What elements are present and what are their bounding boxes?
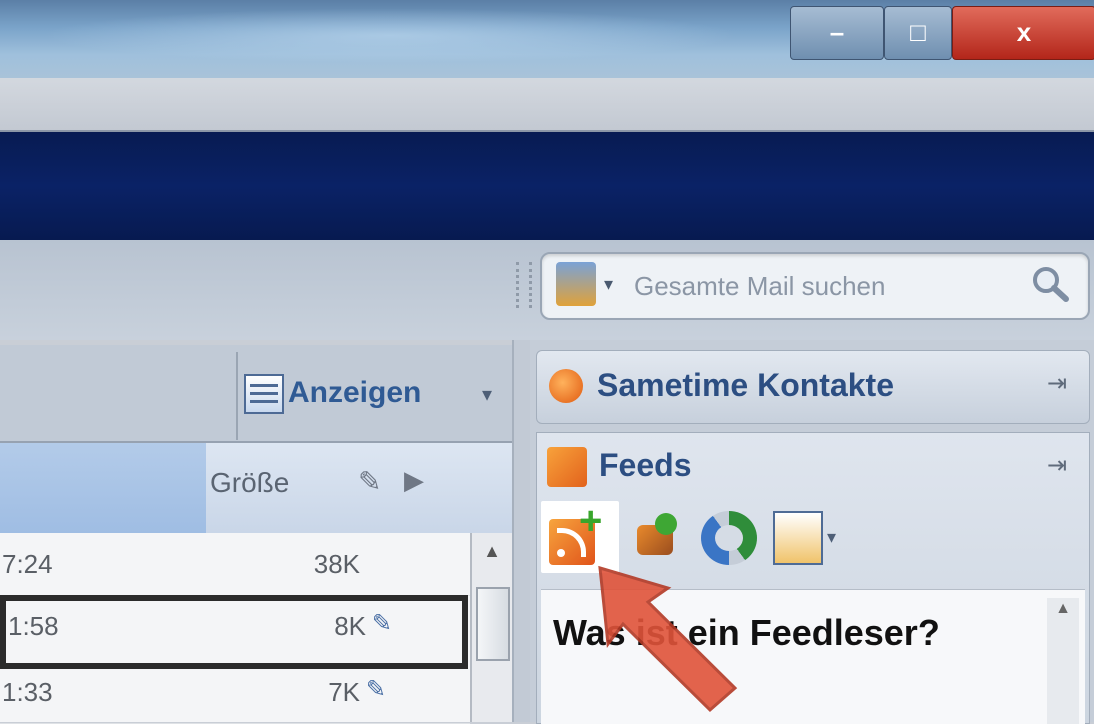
list-view-icon: [244, 374, 284, 414]
sametime-icon: [549, 369, 583, 403]
attachment-icon: ✎: [371, 610, 392, 637]
close-button[interactable]: x: [952, 6, 1094, 60]
plus-icon: +: [579, 499, 603, 543]
toolbar-divider: [236, 352, 238, 440]
row-time: 1:58: [8, 611, 59, 641]
pin-icon[interactable]: ⇥: [1047, 369, 1067, 398]
scroll-up-icon[interactable]: ▲: [478, 541, 506, 569]
flag-column-icon[interactable]: ▶: [404, 465, 424, 496]
column-header-size[interactable]: Größe: [210, 467, 289, 499]
scroll-thumb[interactable]: [476, 587, 510, 661]
scroll-up-icon[interactable]: ▲: [1047, 600, 1079, 618]
row-time: 7:24: [2, 549, 53, 579]
chevron-down-icon: ▾: [482, 384, 493, 406]
rss-icon: [547, 447, 587, 487]
sametime-contacts-label: Sametime Kontakte: [597, 367, 894, 403]
row-size: 38K: [313, 549, 360, 579]
list-scrollbar[interactable]: ▲: [470, 533, 514, 722]
header-banner: [0, 132, 1094, 240]
search-input[interactable]: [632, 266, 1016, 306]
search-icon[interactable]: [1028, 264, 1072, 304]
close-icon: x: [1016, 17, 1032, 47]
maximize-icon: □: [910, 17, 926, 47]
attachment-column-icon[interactable]: ✎: [358, 465, 381, 498]
minimize-button[interactable]: –: [790, 6, 884, 60]
sametime-contacts-header[interactable]: Sametime Kontakte ⇥: [536, 350, 1090, 424]
row-size: 7K: [328, 677, 360, 707]
row-time: 1:33: [2, 677, 53, 707]
menu-bar: [0, 78, 1094, 132]
table-row-selected[interactable]: 1:58 8K ✎: [0, 595, 468, 669]
view-button-label: Anzeigen: [288, 376, 422, 409]
chevron-down-icon[interactable]: ▾: [827, 527, 836, 548]
minimize-icon: –: [829, 17, 845, 47]
attachment-icon: ✎: [365, 676, 386, 703]
maximize-button[interactable]: □: [884, 6, 952, 60]
chevron-down-icon[interactable]: ▾: [604, 274, 613, 295]
message-list: 7:24 38K 1:58 8K ✎ 1:33 7K ✎: [0, 533, 470, 724]
sorted-column-highlight: [0, 443, 206, 533]
toolbar-grip[interactable]: [516, 262, 532, 308]
table-row[interactable]: 7:24 38K: [0, 533, 470, 596]
search-box: ▾: [540, 252, 1090, 320]
feeds-scrollbar[interactable]: ▲: [1047, 598, 1079, 724]
mail-scope-icon[interactable]: [556, 262, 596, 306]
pin-icon[interactable]: ⇥: [1047, 451, 1067, 480]
view-button[interactable]: Anzeigen ▾: [244, 366, 509, 422]
feeds-panel-title: Feeds: [599, 447, 692, 483]
import-leaf-icon: [655, 513, 677, 535]
callout-arrow-icon: [598, 565, 738, 713]
column-header-row: Größe ✎ ▶: [0, 443, 512, 533]
row-size: 8K: [334, 611, 366, 641]
title-bar-glow: [40, 8, 740, 63]
table-row[interactable]: 1:33 7K ✎: [0, 661, 470, 724]
